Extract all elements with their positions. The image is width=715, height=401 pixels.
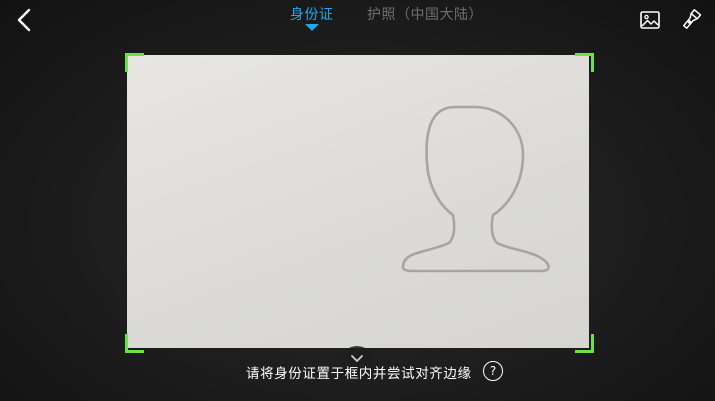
tab-id-card[interactable]: 身份证 bbox=[290, 4, 334, 24]
active-tab-indicator bbox=[305, 24, 319, 31]
alignment-hint: 请将身份证置于框内并尝试对齐边缘 bbox=[246, 366, 472, 382]
id-card-viewfinder bbox=[127, 55, 589, 348]
tab-passport[interactable]: 护照（中国大陆） bbox=[367, 4, 483, 24]
flashlight-icon bbox=[682, 9, 702, 29]
image-gallery-icon bbox=[640, 11, 660, 29]
flashlight-button[interactable] bbox=[679, 8, 703, 32]
help-button[interactable]: ? bbox=[483, 361, 503, 381]
document-type-tabs: 身份证 护照（中国大陆） bbox=[0, 0, 715, 36]
viewfinder-corner-bottom-left bbox=[125, 334, 144, 353]
viewfinder-corner-top-left bbox=[125, 53, 144, 72]
camera-scan-screen: 身份证 护照（中国大陆） 请将身份证置于框内并尝试对齐边缘 ? bbox=[0, 0, 715, 401]
viewfinder-corner-bottom-right bbox=[575, 334, 594, 353]
viewfinder-corner-top-right bbox=[575, 53, 594, 72]
person-silhouette-icon bbox=[401, 105, 550, 273]
gallery-button[interactable] bbox=[638, 8, 662, 32]
